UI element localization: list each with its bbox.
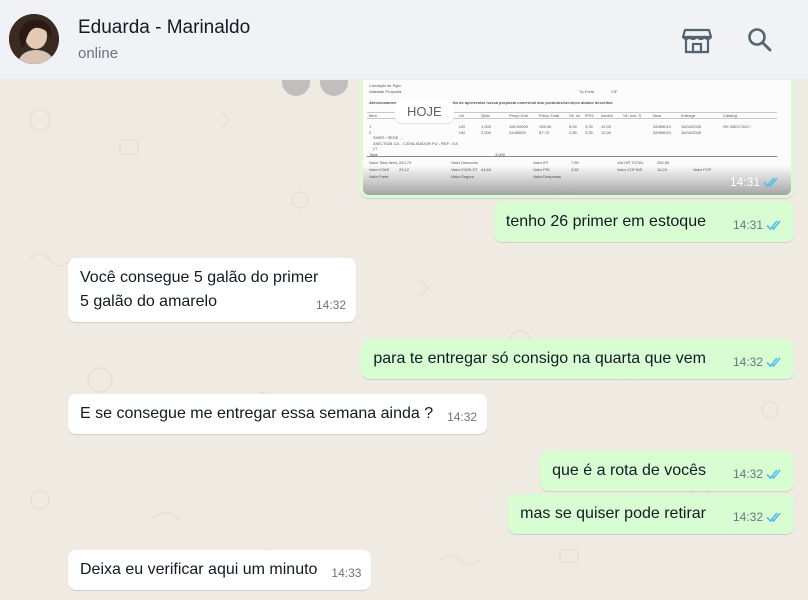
message-outgoing[interactable]: mas se quiser pode retirar 14:32 [508,494,794,534]
doc-cell: 12,00 [601,124,612,129]
message-meta: 14:32 [733,505,784,529]
read-ticks-icon [766,220,781,231]
message-meta: 14:32 [316,293,346,317]
doc-cell: 2 [369,130,372,135]
message-incoming[interactable]: Deixa eu verificar aqui um minuto 14:33 [68,550,372,590]
doc-header-cell: Item [369,113,377,118]
doc-header-cell: Icms% [601,113,613,118]
doc-header-cell: IPI% [585,113,594,118]
avatar[interactable] [9,14,59,64]
doc-cell: 87,70 [539,130,550,135]
message-outgoing[interactable]: para te entregar só consigo na quarta qu… [361,339,794,379]
doc-cell: UN [459,130,465,135]
message-text-line-2: 5 galão do amarelo [80,293,217,310]
doc-cell: 43,85000 [509,130,526,135]
contact-name[interactable]: Eduarda - Marinaldo [78,17,250,39]
doc-cell: 3,25 [585,124,593,129]
doc-validity: Validade Proposta [369,89,402,94]
doc-item1-desc: SHER / SEGE ... [373,135,404,140]
doc-header-cell: Qtde [481,113,490,118]
message-outgoing[interactable]: que é a rota de vocês 14:32 [540,451,794,491]
image-message[interactable]: Condição de Pgto Validade Proposta Tp.Fr… [282,80,794,198]
avatar-photo [9,14,59,64]
doc-cell: 155,00 [539,124,552,129]
doc-header-cell: Preço Unit [509,113,528,118]
message-incoming[interactable]: Você consegue 5 galão do primer 5 galão … [68,258,356,322]
doc-cell: SH 33EC7020 / [723,124,751,129]
message-text: para te entregar só consigo na quarta qu… [373,350,706,367]
doc-condition: Condição de Pgto [369,83,401,88]
image-gradient [363,165,791,195]
doc-cell: 5,04 [569,124,577,129]
doc-cell: 2,85 [569,130,577,135]
doc-shipping-value: CIF [611,89,618,94]
doc-cell: 32089010 [653,124,671,129]
doc-cell: UN [459,124,465,129]
message-time: 14:32 [732,467,763,481]
doc-cell: 2,000 [481,130,492,135]
doc-cell: 1,000 [481,124,492,129]
catalog-icon[interactable] [681,24,713,56]
message-time: 14:33 [331,566,362,580]
read-ticks-icon [766,469,781,480]
doc-cell: 12,00 [601,130,612,135]
message-time: 14:32 [732,355,763,369]
contact-status: online [78,45,119,62]
doc-header-cell: Preço Total [539,113,559,118]
message-text: que é a rota de vocês [552,462,706,479]
search-icon[interactable] [744,24,776,56]
chat-area[interactable]: Condição de Pgto Validade Proposta Tp.Fr… [0,80,808,600]
doc-header-cell: Vlr. Icm. S [623,113,642,118]
read-ticks-icon [766,512,781,523]
message-time: 14:32 [447,410,478,424]
doc-header-cell: Vlr. Icr [569,113,581,118]
doc-header-cell: Un [459,113,465,118]
doc-cell: 155,00000 [509,124,528,129]
doc-header-cell: Catalog [723,113,737,118]
doc-cell: 16/04/2025 [681,130,702,135]
message-text: E se consegue me entregar essa semana ai… [80,405,434,422]
doc-intro: e satisfação de apresentar nossa propost… [435,100,613,105]
message-text: tenho 26 primer em estoque [505,213,706,230]
message-time: 14:32 [315,298,346,312]
message-time: 14:31 [729,175,760,189]
doc-item2-desc: 33ECT028 12L - CATALISADOR PU - REF.: 0,… [373,141,458,151]
chat-header: Eduarda - Marinaldo online [0,0,808,80]
message-outgoing[interactable]: tenho 26 primer em estoque 14:31 [493,202,794,242]
message-time: 14:32 [732,510,763,524]
doc-cell: 32089010 [653,130,671,135]
message-text: mas se quiser pode retirar [520,505,706,522]
message-text: Deixa eu verificar aqui um minuto [80,561,318,578]
date-chip: HOJE [395,100,454,123]
read-ticks-icon [766,357,781,368]
document-image[interactable]: Condição de Pgto Validade Proposta Tp.Fr… [363,80,791,195]
doc-cell: 3,25 [585,130,593,135]
read-ticks-icon [763,177,778,188]
message-time: 14:31 [732,218,763,232]
doc-cell: 16/04/2025 [681,124,702,129]
message-meta: 14:32 [733,462,784,486]
message-meta: 14:32 [447,405,477,429]
message-text-line-1: Você consegue 5 galão do primer [80,269,319,286]
doc-header-cell: Ncm [653,113,662,118]
message-incoming[interactable]: E se consegue me entregar essa semana ai… [68,394,488,434]
doc-header-cell: Entrega [681,113,696,118]
doc-shipping-label: Tp.Frete [579,89,595,94]
message-meta: 14:33 [331,561,361,585]
message-meta: 14:32 [733,350,784,374]
message-meta: 14:31 [730,175,781,189]
doc-cell: 1 [369,124,372,129]
message-meta: 14:31 [733,213,784,237]
